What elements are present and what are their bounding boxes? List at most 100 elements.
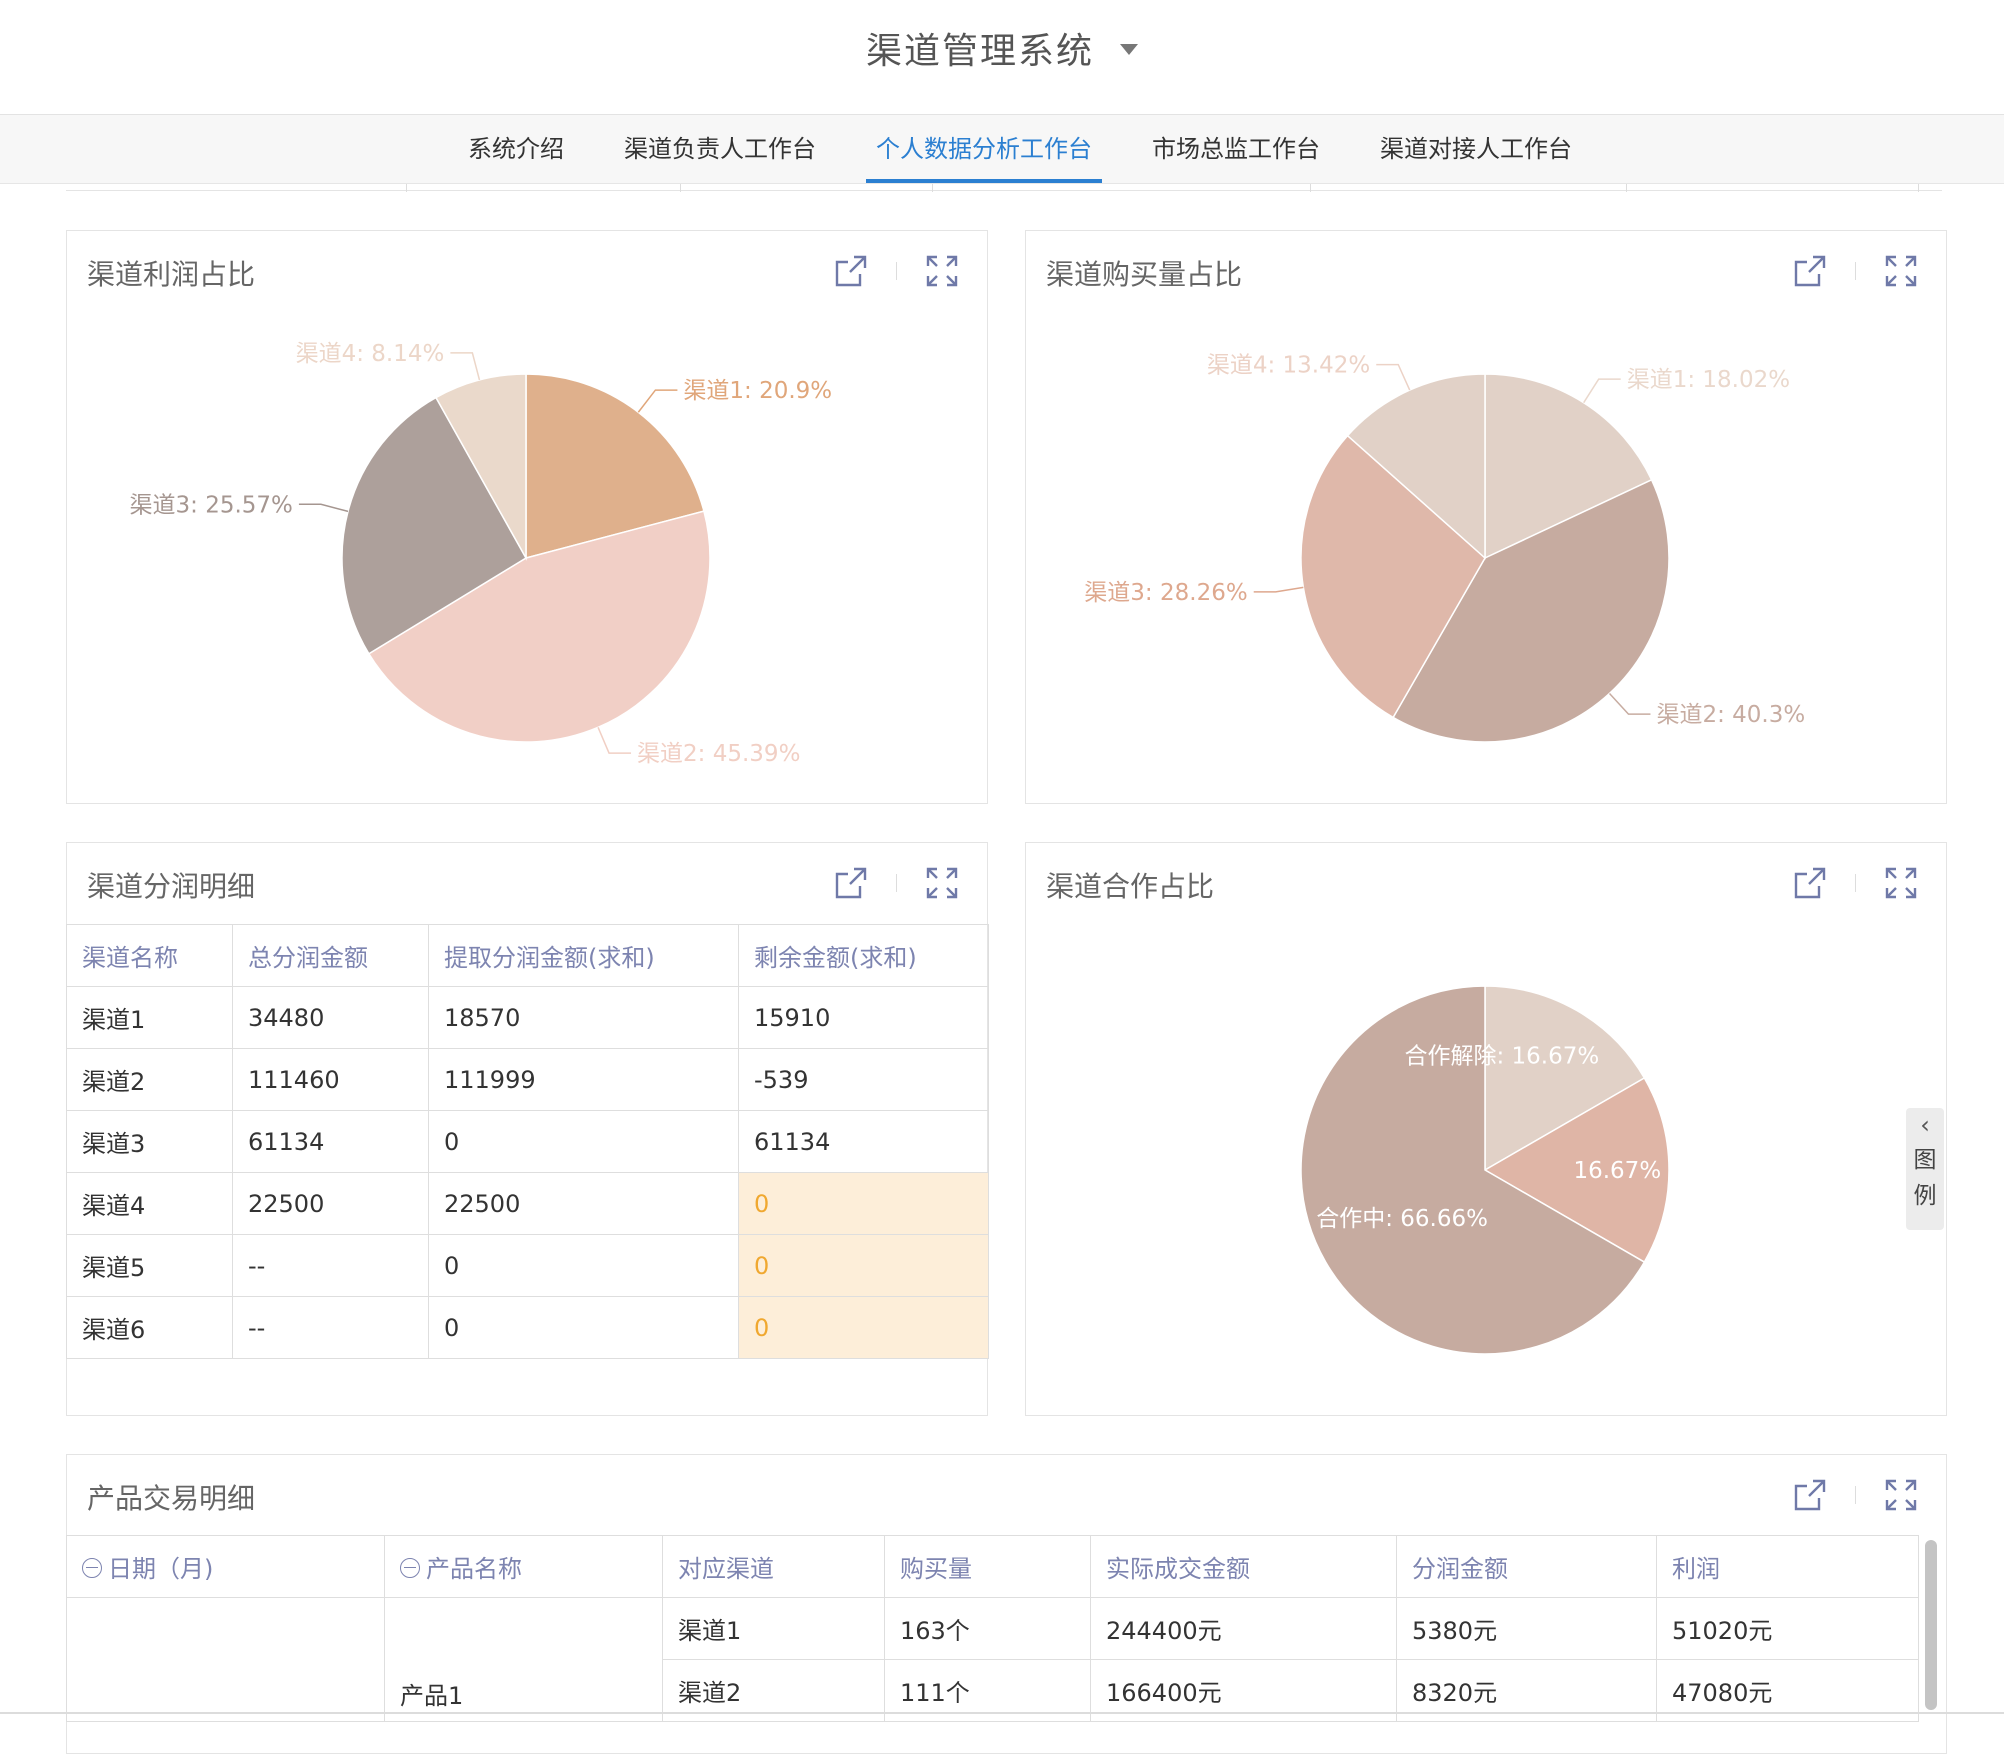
legend-toggle-label: 图 [1913,1147,1937,1173]
split-detail-panel: 渠道分润明细 渠道名称 总分润金额 提取分润金额(求和) 剩余金额(求和) 渠道… [66,842,989,1416]
table-cell: 22500 [232,1172,429,1235]
caret-down-icon[interactable] [1120,43,1138,55]
label-leader-line [1608,692,1651,715]
label-leader-line [1253,586,1304,593]
table-cell: 18570 [428,986,739,1049]
data-label: 合作解除: 16.67% [1404,1043,1599,1069]
divider [1626,184,1627,192]
table-cell: 0 [428,1296,739,1359]
column-header[interactable]: 产品名称 [384,1535,663,1598]
table-cell: 渠道2 [66,1048,233,1111]
divider [1310,184,1311,192]
app-title-text: 渠道管理系统 [865,31,1094,72]
data-label: 渠道4: 13.42% [1207,353,1370,379]
column-header-label: 产品名称 [426,1555,522,1583]
table-cell: 34480 [232,986,429,1049]
table-header-row: 日期（月) 产品名称 对应渠道 购买量 实际成交金额 分润金额 利润 [66,1535,1919,1598]
tab-marketing-director-workbench[interactable]: 市场总监工作台 [1152,115,1320,183]
coop-share-pie-chart: 合作解除: 16.67% 16.67% 合作中: 66.66% [1300,985,1670,1355]
export-icon[interactable] [1793,1478,1827,1512]
fullscreen-icon[interactable] [1884,1478,1918,1512]
panel-title: 渠道分润明细 [87,870,256,903]
table-cell: -- [232,1234,429,1297]
table-cell: 111460 [232,1048,429,1111]
column-header[interactable]: 分润金额 [1396,1535,1657,1598]
tab-channel-owner-workbench[interactable]: 渠道负责人工作台 [624,115,816,183]
column-header[interactable]: 对应渠道 [662,1535,885,1598]
table-cell: 51020元 [1656,1597,1919,1660]
chevron-left-icon: ‹ [1920,1111,1930,1139]
column-header[interactable]: 日期（月) [66,1535,385,1598]
table-cell: 61134 [232,1110,429,1173]
label-leader-line [1376,363,1411,391]
column-header[interactable]: 提取分润金额(求和) [428,924,739,987]
tab-channel-contact-workbench[interactable]: 渠道对接人工作台 [1380,115,1572,183]
purchase-share-pie-chart: 渠道1: 18.02% 渠道2: 40.3% 渠道3: 28.26% 渠道4: 13.… [1084,353,1805,743]
table-cell: 渠道1 [662,1597,885,1660]
purchase-share-panel: 渠道购买量占比 渠道1: 18.02% 渠道2: 40.3% 渠道3: 28.26%… [1025,230,1947,804]
table-cell: 244400元 [1090,1597,1397,1660]
profit-share-pie-chart: 渠道1: 20.9% 渠道2: 45.39% 渠道3: 25.57% 渠道4: 8.1… [130,341,833,767]
table-cell: 渠道6 [66,1296,233,1359]
app-title[interactable]: 渠道管理系统 [0,22,2004,74]
data-label: 渠道3: 28.26% [1084,580,1247,606]
label-leader-line [1583,378,1621,404]
legend-toggle[interactable]: ‹ 图 例 [1906,1108,1944,1230]
vertical-scrollbar[interactable] [1925,1540,1937,1710]
label-leader-line [298,503,349,513]
panel-tools [834,863,959,903]
label-leader-line [597,727,632,754]
collapse-icon[interactable] [82,1558,102,1578]
table-cell: -- [232,1296,429,1359]
label-leader-line [450,352,481,381]
data-label: 渠道2: 45.39% [637,741,800,767]
table-header-row: 渠道名称 总分润金额 提取分润金额(求和) 剩余金额(求和) [66,924,989,987]
tab-system-intro[interactable]: 系统介绍 [468,115,564,183]
tool-separator [1855,1486,1856,1504]
data-label: 渠道1: 18.02% [1627,367,1790,393]
table-row: 渠道3 61134 0 61134 [66,1110,989,1173]
column-header[interactable]: 总分润金额 [232,924,429,987]
table-cell: 163个 [884,1597,1091,1660]
trade-detail-table: 日期（月) 产品名称 对应渠道 购买量 实际成交金额 分润金额 利润 产品1 渠… [66,1535,1919,1722]
table-row: 渠道5 -- 0 0 [66,1234,989,1297]
collapse-icon[interactable] [400,1558,420,1578]
table-cell: -539 [738,1048,989,1111]
table-cell: 渠道3 [66,1110,233,1173]
profit-share-panel: 渠道利润占比 渠道1: 20.9% 渠道2: 45.39% 渠道3: 25.57% 渠… [66,230,988,804]
table-cell: 111999 [428,1048,739,1111]
viewport-bottom-edge [0,1712,2004,1714]
table-cell: 渠道4 [66,1172,233,1235]
column-header[interactable]: 剩余金额(求和) [738,924,989,987]
tab-personal-analysis-workbench[interactable]: 个人数据分析工作台 [866,115,1102,183]
data-label: 合作中: 66.66% [1316,1206,1488,1232]
table-cell: 渠道5 [66,1234,233,1297]
highlighted-cell: 0 [738,1296,989,1359]
fullscreen-icon[interactable] [925,866,959,900]
data-label: 渠道3: 25.57% [130,492,293,518]
divider [406,184,407,192]
panel-tools [1793,1475,1918,1515]
table-cell: 15910 [738,986,989,1049]
data-label: 渠道2: 40.3% [1656,702,1805,728]
divider [1918,184,1919,192]
highlighted-cell: 0 [738,1172,989,1235]
data-label: 渠道1: 20.9% [683,378,832,404]
table-row: 渠道1 34480 18570 15910 [66,986,989,1049]
column-header[interactable]: 渠道名称 [66,924,233,987]
table-cell: 0 [428,1234,739,1297]
column-header[interactable]: 实际成交金额 [1090,1535,1397,1598]
column-header-label: 日期（月) [108,1555,214,1583]
table-cell: 5380元 [1396,1597,1657,1660]
table-row: 渠道4 22500 22500 0 [66,1172,989,1235]
trade-detail-panel: 产品交易明细 日期（月) 产品名称 对应渠道 购买量 实际成交金额 分润金额 利… [66,1454,1947,1754]
table-cell: 0 [428,1110,739,1173]
column-header[interactable]: 购买量 [884,1535,1091,1598]
divider [680,184,681,192]
table-cell: 渠道1 [66,986,233,1049]
divider [66,190,1942,191]
divider [932,184,933,192]
export-icon[interactable] [834,866,868,900]
table-row: 渠道6 -- 0 0 [66,1296,989,1359]
column-header[interactable]: 利润 [1656,1535,1919,1598]
